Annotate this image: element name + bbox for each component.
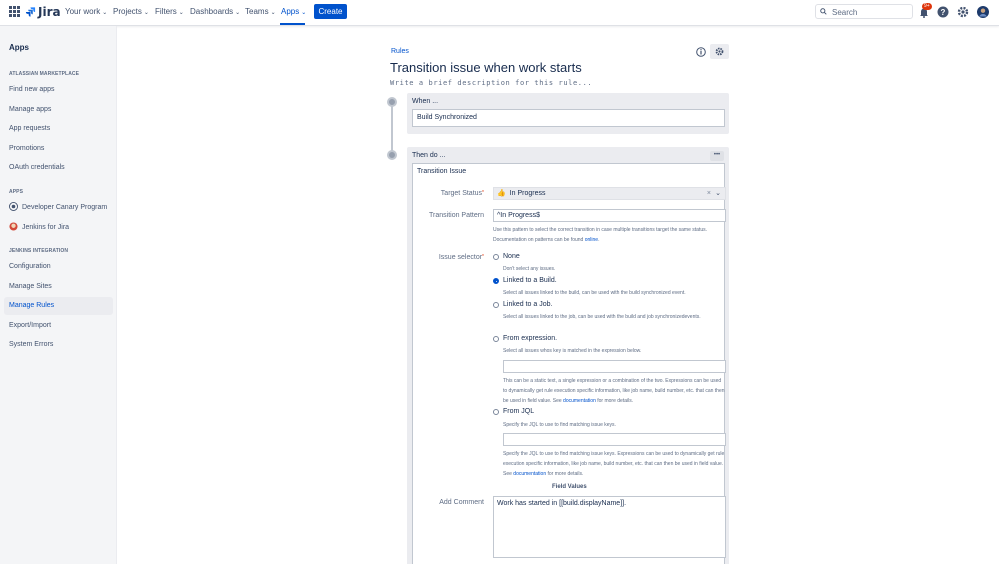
option-label: Linked to a Job. — [503, 301, 553, 308]
option-label: None — [503, 253, 520, 260]
sidebar-item-jenkins-for-jira[interactable]: Jenkins for Jira — [4, 219, 113, 237]
nav-dashboards[interactable]: Dashboards ⌄ — [190, 7, 240, 16]
page-title[interactable]: Transition issue when work starts — [390, 60, 582, 75]
nav-your-work[interactable]: Your work ⌄ — [65, 7, 107, 16]
radio-linked-job[interactable] — [493, 302, 499, 308]
sidebar-item-oauth-credentials[interactable]: OAuth credentials — [4, 159, 113, 177]
field-values-heading: Field Values — [552, 484, 587, 490]
option-label: From JQL — [503, 408, 535, 415]
jira-logo[interactable]: Jira — [25, 5, 61, 19]
sidebar-item-configuration[interactable]: Configuration — [4, 258, 113, 276]
expression-input[interactable] — [503, 360, 726, 373]
gear-icon — [715, 47, 724, 56]
timeline-dot — [387, 97, 397, 107]
documentation-link[interactable]: documentation — [513, 471, 546, 477]
target-status-label: Target Status* — [440, 190, 484, 197]
sidebar-item-system-errors[interactable]: System Errors — [4, 336, 113, 354]
feedback-icon[interactable] — [696, 47, 706, 57]
nav-apps[interactable]: Apps ⌄ — [281, 7, 306, 16]
search-icon — [820, 8, 827, 15]
add-comment-label: Add Comment — [439, 499, 484, 506]
option-label: Linked to a Build. — [503, 277, 557, 284]
section-title: JENKINS INTEGRATION — [9, 248, 69, 254]
more-actions-button[interactable]: ••• — [710, 151, 724, 161]
trigger-block: When ... Build Synchronized — [407, 93, 729, 134]
chevron-down-icon[interactable]: ⌄ — [715, 188, 721, 199]
sidebar-title: Apps — [9, 43, 29, 52]
sidebar-item-export-import[interactable]: Export/Import — [4, 317, 113, 335]
rule-settings-button[interactable] — [710, 44, 729, 59]
nav-filters[interactable]: Filters ⌄ — [155, 7, 184, 16]
create-button[interactable]: Create — [314, 4, 347, 19]
transition-pattern-label: Transition Pattern — [429, 212, 484, 219]
option-help: Select all issues linked to the build, c… — [503, 290, 686, 296]
chevron-down-icon: ⌄ — [178, 10, 184, 16]
search-input[interactable]: Search — [815, 4, 913, 19]
gear-icon[interactable] — [957, 6, 969, 18]
section-title: APPS — [9, 189, 24, 195]
option-help: Select all issues linked to the job, can… — [503, 314, 701, 320]
timeline-dot — [387, 150, 397, 160]
timeline-line — [391, 102, 393, 157]
radio-none[interactable] — [493, 254, 499, 260]
notification-badge: 9+ — [922, 3, 932, 10]
chevron-down-icon: ⌄ — [301, 10, 307, 16]
sidebar-item-manage-apps[interactable]: Manage apps — [4, 101, 113, 119]
documentation-link[interactable]: documentation — [563, 398, 596, 404]
rule-description-field[interactable]: Write a brief description for this rule.… — [390, 79, 592, 87]
jql-input[interactable] — [503, 433, 726, 446]
comment-textarea[interactable]: Work has started in [[build.displayName]… — [493, 496, 726, 558]
clear-icon[interactable]: × — [707, 188, 711, 199]
nav-active-indicator — [280, 23, 305, 25]
nav-teams[interactable]: Teams ⌄ — [245, 7, 276, 16]
option-help: Select all issues whos key is matched in… — [503, 348, 642, 354]
jql-help: Specify the JQL to use to find matching … — [503, 451, 725, 477]
chevron-down-icon: ⌄ — [143, 10, 149, 16]
sidebar-item-app-requests[interactable]: App requests — [4, 120, 113, 138]
chevron-down-icon: ⌄ — [270, 10, 276, 16]
sidebar-item-manage-sites[interactable]: Manage Sites — [4, 278, 113, 296]
action-panel: Transition Issue Target Status* 👍 In Pro… — [412, 163, 726, 564]
sidebar-item-find-new-apps[interactable]: Find new apps — [4, 81, 113, 99]
radio-from-jql[interactable] — [493, 409, 499, 415]
issue-selector-label: Issue selector* — [438, 254, 484, 261]
svg-text:?: ? — [941, 8, 946, 17]
status-emoji-icon: 👍 — [497, 190, 506, 197]
canary-icon — [9, 201, 18, 211]
sidebar-item-manage-rules[interactable]: Manage Rules — [4, 297, 113, 315]
action-title: Transition Issue — [417, 168, 467, 175]
logo-text: Jira — [38, 5, 61, 19]
section-title: ATLASSIAN MARKETPLACE — [9, 71, 80, 77]
option-help: Don't select any issues. — [503, 266, 556, 272]
target-status-select[interactable]: 👍 In Progress × ⌄ — [493, 187, 726, 200]
trigger-select[interactable]: Build Synchronized — [412, 109, 725, 127]
nav-projects[interactable]: Projects ⌄ — [113, 7, 149, 16]
breadcrumb[interactable]: Rules — [391, 48, 409, 55]
option-help: Specify the JQL to use to find matching … — [503, 422, 616, 428]
app-switcher-icon[interactable] — [9, 6, 20, 17]
online-link[interactable]: online — [585, 237, 598, 243]
sidebar: Apps ATLASSIAN MARKETPLACE Find new apps… — [0, 26, 117, 564]
radio-linked-build[interactable] — [493, 278, 499, 284]
transition-pattern-input[interactable]: ^In Progress$ — [493, 209, 726, 222]
pattern-help-text: Use this pattern to select the correct t… — [493, 227, 707, 243]
avatar[interactable] — [977, 6, 989, 18]
then-label: Then do ... — [412, 152, 446, 159]
help-icon[interactable]: ? — [937, 6, 949, 18]
when-label: When ... — [412, 98, 439, 105]
expression-help: This can be a static text, a single expr… — [503, 378, 725, 404]
chevron-down-icon: ⌄ — [235, 10, 241, 16]
sidebar-item-promotions[interactable]: Promotions — [4, 140, 113, 158]
radio-from-expression[interactable] — [493, 336, 499, 342]
sidebar-item-developer-canary[interactable]: Developer Canary Program — [4, 199, 113, 217]
top-navigation: Jira Your work ⌄ Projects ⌄ Filters ⌄ Dashb… — [0, 0, 999, 26]
chevron-down-icon: ⌄ — [102, 10, 108, 16]
option-label: From expression. — [503, 335, 558, 342]
jenkins-icon — [9, 222, 18, 231]
action-block: Then do ... ••• Transition Issue Target … — [407, 147, 729, 564]
jira-logo-icon — [25, 7, 36, 17]
